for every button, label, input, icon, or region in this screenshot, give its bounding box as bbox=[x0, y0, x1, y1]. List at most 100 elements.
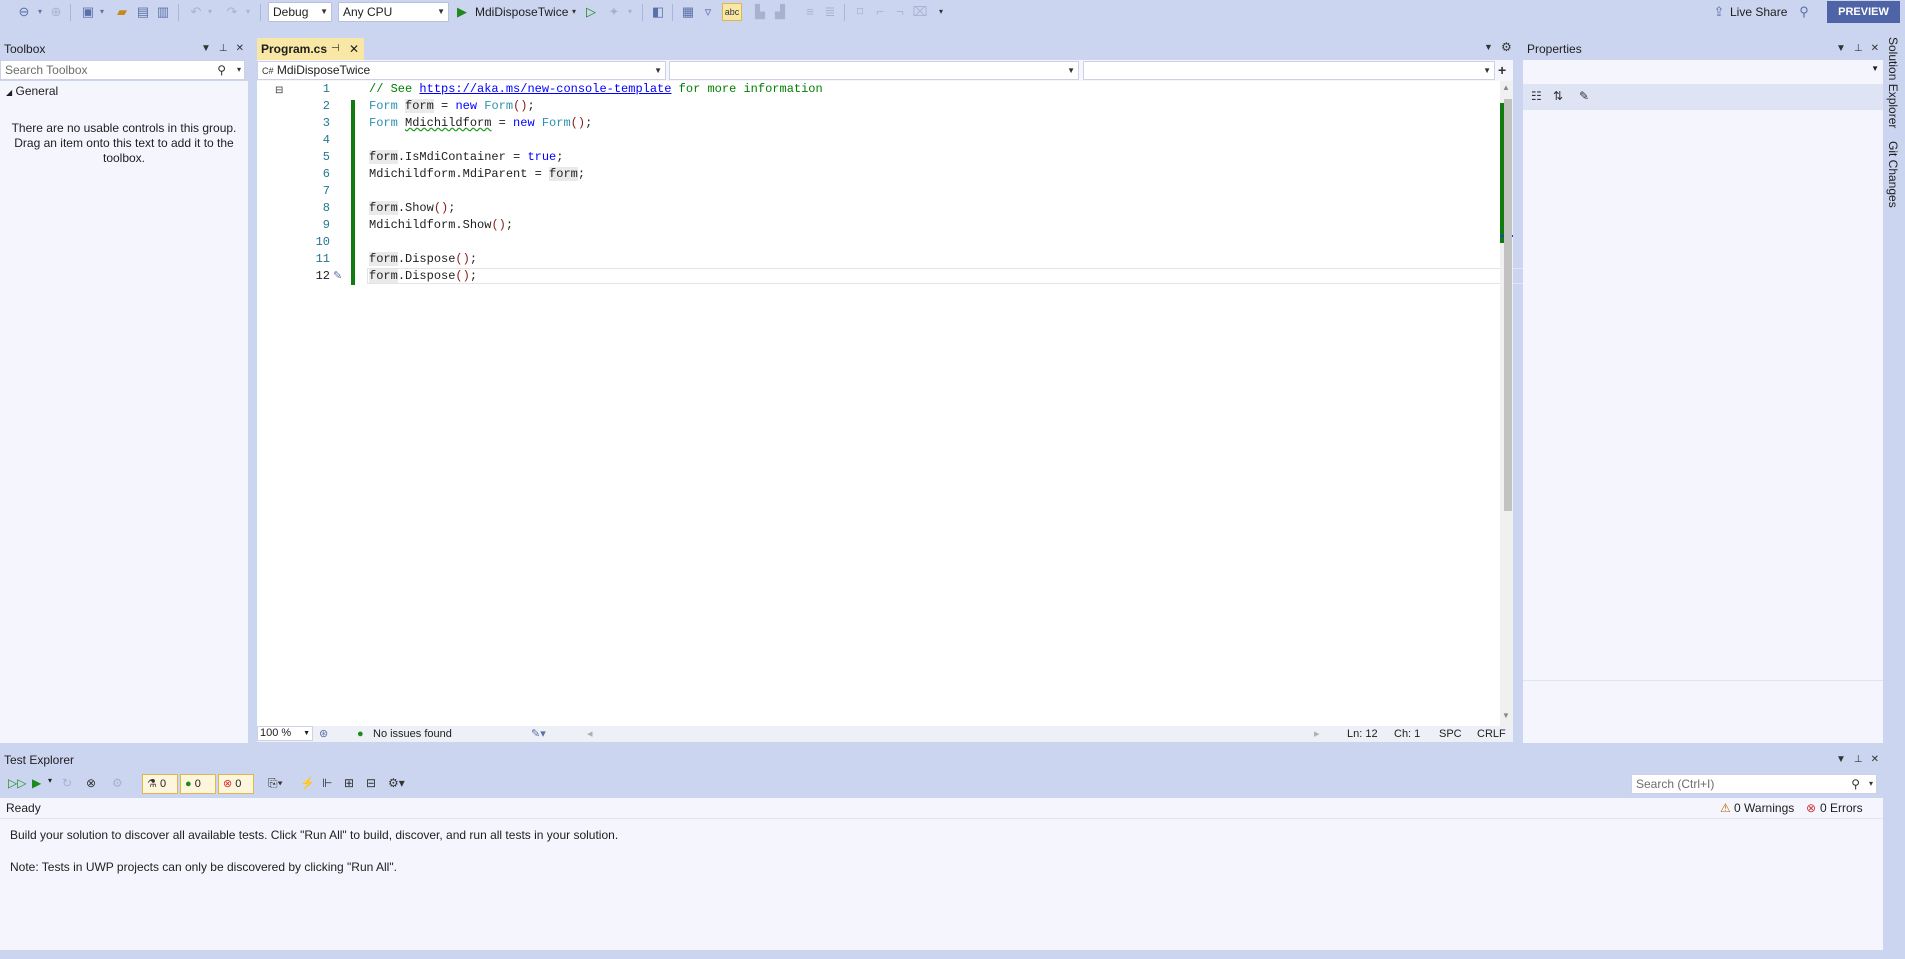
pin-icon[interactable]: ⊣ bbox=[331, 38, 340, 60]
comment-link[interactable]: https://aka.ms/new-console-template bbox=[419, 82, 671, 96]
warnings-count[interactable]: 0 Warnings bbox=[1734, 801, 1794, 815]
code-editor[interactable]: ⊟ 1 2 3 4 5 6 7 8 9 10 11 12 ✎ // See ht… bbox=[257, 81, 1753, 726]
run-icon[interactable]: ▶ bbox=[455, 3, 469, 21]
toolbox-search-input[interactable]: Search Toolbox ⚲ ▾ bbox=[0, 60, 245, 80]
scroll-down-icon[interactable]: ▼ bbox=[1502, 711, 1510, 720]
toolbox-group-general[interactable]: ◢ General bbox=[6, 84, 58, 100]
window-layout-icon[interactable]: ▦ bbox=[680, 3, 696, 21]
line-ending-mode[interactable]: CRLF bbox=[1477, 726, 1506, 742]
warning-count-filter[interactable]: ⚗ 0 bbox=[142, 774, 178, 794]
bookmark-icon[interactable]: ⌑ bbox=[852, 3, 868, 21]
properties-object-select[interactable]: ▼ bbox=[1523, 60, 1883, 84]
window-menu-icon[interactable]: ▼ bbox=[1836, 749, 1846, 771]
run-target-label[interactable]: MdiDisposeTwice bbox=[475, 4, 568, 21]
pin-icon[interactable]: ⊥ bbox=[219, 38, 228, 60]
editor-vertical-scrollbar[interactable]: ▲ ▼ bbox=[1500, 81, 1513, 726]
test-explorer-title-bar[interactable]: Test Explorer ▼ ⊥ ✕ bbox=[0, 749, 1883, 771]
new-project-icon[interactable]: ▣ bbox=[80, 3, 96, 21]
tab-program-cs[interactable]: Program.cs ⊣ ✕ bbox=[257, 38, 364, 60]
scroll-left-icon[interactable]: ◂ bbox=[587, 726, 593, 742]
live-share-icon[interactable]: ⇪ bbox=[1712, 3, 1726, 21]
run-dropdown-icon[interactable]: ▾ bbox=[48, 776, 52, 785]
spell-check-icon[interactable]: abc bbox=[722, 3, 742, 21]
scroll-thumb[interactable] bbox=[1504, 99, 1512, 511]
whitespace-mode[interactable]: SPC bbox=[1439, 726, 1462, 742]
close-icon[interactable]: ✕ bbox=[236, 38, 244, 60]
hot-reload-icon[interactable]: ✦ bbox=[606, 3, 622, 21]
preview-badge[interactable]: PREVIEW bbox=[1827, 1, 1900, 23]
toolbar-overflow-icon[interactable]: ▾ bbox=[936, 3, 946, 21]
save-all-icon[interactable]: ▥ bbox=[155, 3, 171, 21]
comment-icon[interactable]: ▙ bbox=[752, 3, 768, 21]
intellicode-icon[interactable]: ⊛ bbox=[319, 726, 328, 742]
properties-title-bar[interactable]: Properties ▼ ⊥ ✕ bbox=[1523, 38, 1883, 60]
pin-icon[interactable]: ⊥ bbox=[1854, 38, 1863, 60]
back-icon[interactable]: ⊖ bbox=[16, 3, 32, 21]
run-all-icon[interactable]: ▷▷ bbox=[8, 776, 26, 790]
layout-dropdown-icon[interactable]: ▿ bbox=[700, 3, 716, 21]
uncomment-icon[interactable]: ▟ bbox=[772, 3, 788, 21]
close-tab-icon[interactable]: ✕ bbox=[349, 38, 359, 60]
feedback-icon[interactable]: ⚲ bbox=[1796, 3, 1812, 21]
passed-count-filter[interactable]: ● 0 bbox=[180, 774, 216, 794]
window-menu-icon[interactable]: ▼ bbox=[201, 38, 211, 60]
next-bookmark-icon[interactable]: ¬ bbox=[892, 3, 908, 21]
failed-count-filter[interactable]: ⊗ 0 bbox=[218, 774, 254, 794]
cancel-run-icon[interactable]: ⊗ bbox=[86, 776, 96, 790]
previous-bookmark-icon[interactable]: ⌐ bbox=[872, 3, 888, 21]
zoom-select[interactable]: 100 % ▼ bbox=[257, 726, 313, 741]
start-without-debugging-icon[interactable]: ▷ bbox=[584, 3, 598, 21]
new-project-dropdown-icon[interactable]: ▾ bbox=[98, 3, 106, 21]
member-nav-select[interactable]: ▼ bbox=[1083, 61, 1495, 80]
run-icon[interactable]: ▶ bbox=[32, 776, 41, 790]
tab-solution-explorer[interactable]: Solution Explorer bbox=[1886, 37, 1900, 128]
indent-icon[interactable]: ≡ bbox=[802, 3, 818, 21]
search-icon[interactable]: ⚲ bbox=[1851, 775, 1860, 793]
scroll-right-icon[interactable]: ▸ bbox=[1314, 726, 1320, 742]
type-nav-select[interactable]: ▼ bbox=[669, 61, 1079, 80]
group-by-icon[interactable]: ⚡ bbox=[300, 776, 315, 790]
settings-gear-icon[interactable]: ⚙▾ bbox=[388, 776, 405, 790]
live-share-button[interactable]: Live Share bbox=[1730, 4, 1787, 21]
code-cleanup-icon[interactable]: ✎▾ bbox=[531, 726, 546, 742]
search-icon[interactable]: ⚲ bbox=[217, 61, 226, 79]
redo-icon[interactable]: ↷ bbox=[224, 3, 240, 21]
quick-actions-brush-icon[interactable]: ✎ bbox=[333, 268, 342, 285]
expand-all-icon[interactable]: ⊞ bbox=[344, 776, 354, 790]
property-pages-icon[interactable]: ✎ bbox=[1579, 89, 1589, 103]
split-editor-icon[interactable]: + bbox=[1498, 62, 1506, 78]
clear-bookmarks-icon[interactable]: ⌧ bbox=[912, 3, 928, 21]
test-settings-icon[interactable]: ⚙ bbox=[112, 776, 123, 790]
outdent-icon[interactable]: ≣ bbox=[822, 3, 838, 21]
project-nav-select[interactable]: C# MdiDisposeTwice ▼ bbox=[257, 61, 666, 80]
search-options-icon[interactable]: ▾ bbox=[1869, 775, 1873, 793]
playlist-icon[interactable]: ⎘▾ bbox=[268, 776, 283, 791]
tab-git-changes[interactable]: Git Changes bbox=[1886, 141, 1900, 208]
back-dropdown-icon[interactable]: ▾ bbox=[36, 3, 44, 21]
run-target-dropdown-icon[interactable]: ▾ bbox=[570, 3, 578, 21]
errors-count[interactable]: 0 Errors bbox=[1820, 801, 1863, 815]
configuration-select[interactable]: Debug ▼ bbox=[268, 2, 332, 22]
pin-icon[interactable]: ⊥ bbox=[1854, 749, 1863, 771]
undo-icon[interactable]: ↶ bbox=[188, 3, 204, 21]
save-icon[interactable]: ▤ bbox=[135, 3, 151, 21]
repeat-last-run-icon[interactable]: ↻ bbox=[62, 776, 72, 790]
categorized-icon[interactable]: ☷ bbox=[1531, 89, 1542, 103]
forward-icon[interactable]: ⊕ bbox=[48, 3, 64, 21]
close-icon[interactable]: ✕ bbox=[1871, 749, 1879, 771]
issues-status[interactable]: No issues found bbox=[373, 726, 452, 742]
toolbox-title-bar[interactable]: Toolbox ▼ ⊥ ✕ bbox=[0, 38, 248, 60]
platform-select[interactable]: Any CPU ▼ bbox=[338, 2, 449, 22]
hot-reload-dropdown-icon[interactable]: ▾ bbox=[626, 3, 634, 21]
alphabetical-icon[interactable]: ⇅ bbox=[1553, 89, 1563, 103]
browser-link-icon[interactable]: ◧ bbox=[650, 3, 666, 21]
window-menu-icon[interactable]: ▼ bbox=[1836, 38, 1846, 60]
tab-list-dropdown-icon[interactable]: ▼ bbox=[1484, 42, 1493, 52]
hierarchy-icon[interactable]: ⊩ bbox=[322, 776, 332, 790]
scroll-up-icon[interactable]: ▲ bbox=[1502, 83, 1510, 92]
search-options-icon[interactable]: ▾ bbox=[237, 61, 241, 79]
undo-dropdown-icon[interactable]: ▾ bbox=[206, 3, 214, 21]
collapse-all-icon[interactable]: ⊟ bbox=[366, 776, 376, 790]
test-search-input[interactable]: Search (Ctrl+I) ⚲ ▾ bbox=[1631, 774, 1877, 794]
open-folder-icon[interactable]: ▰ bbox=[114, 3, 130, 21]
